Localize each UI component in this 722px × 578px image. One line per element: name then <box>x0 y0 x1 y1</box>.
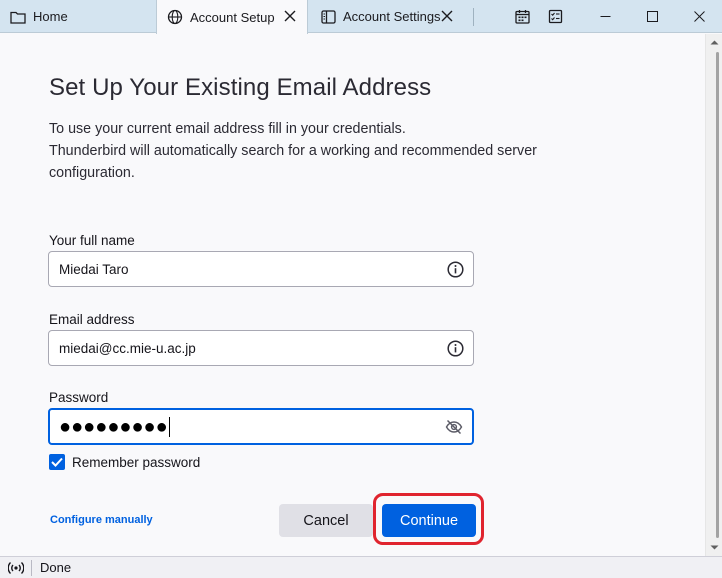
sidebar-layout-icon <box>320 9 336 25</box>
minimize-button[interactable] <box>582 0 628 33</box>
close-icon[interactable] <box>440 9 454 23</box>
page-title: Set Up Your Existing Email Address <box>49 74 432 101</box>
status-bar: Done <box>0 556 722 578</box>
remember-password-label: Remember password <box>72 454 201 470</box>
tab-home-label: Home <box>33 9 68 24</box>
annotation-highlight <box>373 493 484 545</box>
status-divider <box>31 559 32 576</box>
page-description: To use your current email address fill i… <box>49 118 609 184</box>
email-label: Email address <box>49 312 135 327</box>
full-name-value: Miedai Taro <box>59 261 129 277</box>
tab-bar: Home Account Setup Account Settings <box>0 0 722 34</box>
scroll-thumb[interactable] <box>716 52 719 538</box>
description-line: Thunderbird will automatically search fo… <box>49 143 537 181</box>
eye-slash-icon[interactable] <box>445 418 463 436</box>
tab-account-setup[interactable]: Account Setup <box>156 0 308 34</box>
calendar-icon[interactable] <box>514 8 530 24</box>
remember-password-checkbox[interactable] <box>49 454 65 470</box>
remember-password-row[interactable]: Remember password <box>49 454 200 470</box>
full-name-label: Your full name <box>49 233 135 248</box>
email-input[interactable]: miedai@cc.mie-u.ac.jp <box>48 330 474 366</box>
vertical-scrollbar[interactable] <box>705 34 722 556</box>
tab-account-settings-label: Account Settings <box>343 9 441 24</box>
text-caret <box>168 416 170 437</box>
scroll-down-icon[interactable] <box>710 543 719 552</box>
configure-manually-link[interactable]: Configure manually <box>50 514 153 526</box>
online-status-icon[interactable] <box>8 560 24 576</box>
email-value: miedai@cc.mie-u.ac.jp <box>59 340 196 356</box>
tab-account-settings[interactable]: Account Settings <box>310 0 464 33</box>
account-setup-panel: Set Up Your Existing Email Address To us… <box>0 34 705 556</box>
close-icon[interactable] <box>283 9 297 23</box>
tab-account-setup-label: Account Setup <box>190 9 275 25</box>
tasks-icon[interactable] <box>547 8 563 24</box>
password-masked-value: ●●●●●●●●● <box>59 415 168 438</box>
info-icon[interactable] <box>446 260 464 278</box>
window-close-button[interactable] <box>676 0 722 33</box>
info-icon[interactable] <box>446 339 464 357</box>
folder-icon <box>10 9 26 25</box>
full-name-input[interactable]: Miedai Taro <box>48 251 474 287</box>
password-input[interactable]: ●●●●●●●●● <box>48 408 474 445</box>
password-label: Password <box>49 390 109 405</box>
maximize-button[interactable] <box>629 0 675 33</box>
globe-icon <box>167 9 183 25</box>
scroll-up-icon[interactable] <box>710 38 719 47</box>
cancel-button[interactable]: Cancel <box>279 504 373 537</box>
description-line: To use your current email address fill i… <box>49 121 406 137</box>
tab-divider <box>473 8 474 26</box>
tab-home[interactable]: Home <box>0 0 156 33</box>
status-text: Done <box>40 560 72 575</box>
